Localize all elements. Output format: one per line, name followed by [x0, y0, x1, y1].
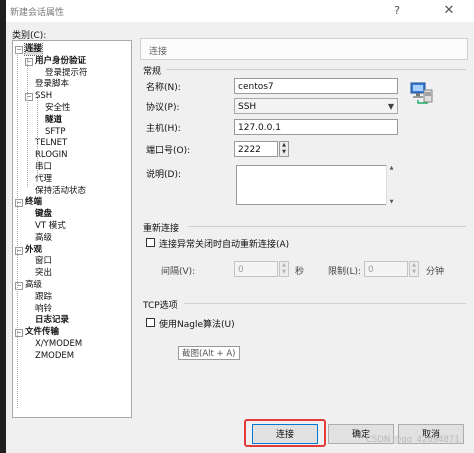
stepper-down-icon[interactable]: ▼: [410, 269, 418, 276]
protocol-selected-value: SSH: [238, 102, 257, 112]
limit-input[interactable]: 0: [364, 261, 408, 277]
tree-item[interactable]: 高级: [35, 233, 52, 244]
tree-guide-line: [37, 93, 38, 177]
tree-item[interactable]: 文件传输: [25, 327, 59, 338]
screenshot-tooltip: 截图(Alt + A): [178, 346, 240, 360]
interval-label: 间隔(V):: [161, 267, 196, 277]
name-input[interactable]: centos7: [234, 78, 398, 94]
panel-heading: 连接: [140, 38, 468, 60]
group-general-title: 常规: [143, 67, 162, 77]
limit-unit: 分钟: [426, 267, 445, 277]
group-tcp-title: TCP选项: [143, 301, 178, 311]
protocol-label: 协议(P):: [146, 103, 180, 113]
scroll-up-icon[interactable]: ▲: [387, 165, 396, 171]
close-button[interactable]: ✕: [434, 2, 464, 20]
stepper-down-icon[interactable]: ▼: [280, 269, 288, 276]
tree-item[interactable]: 响铃: [35, 304, 52, 315]
description-scrollbar[interactable]: ▲ ▼: [386, 165, 396, 205]
tree-item[interactable]: 登录脚本: [35, 79, 69, 90]
tree-item[interactable]: 连接: [23, 43, 44, 56]
tree-item[interactable]: 键盘: [35, 209, 52, 220]
tree-item[interactable]: 日志记录: [35, 315, 69, 326]
tree-item[interactable]: X/YMODEM: [35, 339, 82, 350]
panel-heading-text: 连接: [149, 47, 168, 57]
tree-item[interactable]: 用户身份验证: [35, 56, 86, 67]
tree-item[interactable]: RLOGIN: [35, 150, 67, 161]
auto-reconnect-checkbox[interactable]: [146, 238, 155, 247]
network-computer-icon: [408, 80, 434, 106]
description-label: 说明(D):: [146, 170, 181, 180]
tree-item[interactable]: 保持活动状态: [35, 186, 86, 197]
tree-item[interactable]: SFTP: [45, 127, 65, 138]
tree-item[interactable]: 登录提示符: [45, 68, 88, 79]
limit-label: 限制(L):: [328, 267, 362, 277]
tree-item[interactable]: 安全性: [45, 103, 71, 114]
port-stepper[interactable]: ▲ ▼: [279, 141, 289, 157]
description-textarea[interactable]: [236, 165, 396, 205]
protocol-select[interactable]: SSH ▼: [234, 98, 398, 114]
auto-reconnect-label: 连接异常关闭时自动重新连接(A): [159, 240, 290, 250]
nagle-checkbox[interactable]: [146, 318, 155, 327]
stepper-up-icon[interactable]: ▲: [280, 142, 288, 149]
tree-item[interactable]: 外观: [25, 245, 42, 256]
tree-item[interactable]: 隧道: [45, 115, 62, 126]
stepper-up-icon[interactable]: ▲: [410, 262, 418, 269]
chevron-down-icon: ▼: [387, 102, 394, 111]
stepper-down-icon[interactable]: ▼: [280, 149, 288, 156]
port-input[interactable]: 2222: [234, 141, 278, 157]
tree-item[interactable]: VT 模式: [35, 221, 66, 232]
tree-guide-line: [27, 59, 28, 187]
group-reconnect-title: 重新连接: [143, 224, 180, 234]
tree-item[interactable]: 高级: [25, 280, 42, 291]
interval-stepper[interactable]: ▲ ▼: [279, 261, 289, 277]
stepper-up-icon[interactable]: ▲: [280, 262, 288, 269]
nagle-label: 使用Nagle算法(U): [159, 320, 235, 330]
category-tree[interactable]: − 连接 − 用户身份验证 登录提示符 登录脚本 − SSH 安全性 隧道 SFTP TELNET RL…: [12, 40, 132, 418]
host-input[interactable]: 127.0.0.1: [234, 119, 398, 135]
group-general-divider: [166, 69, 466, 70]
host-label: 主机(H):: [146, 124, 181, 134]
port-label: 端口号(O):: [146, 146, 191, 156]
interval-unit: 秒: [295, 267, 305, 277]
group-tcp-divider: [184, 303, 466, 304]
session-properties-dialog: 新建会话属性 ? ✕ 类别(C): − 连接 − 用户身份验证 登录提示符 登录脚本 − SS…: [6, 0, 474, 453]
watermark-text: CSDN @qq_42694871: [366, 435, 460, 445]
tree-guide-line: [17, 53, 18, 408]
limit-stepper[interactable]: ▲ ▼: [409, 261, 419, 277]
tree-item[interactable]: TELNET: [35, 138, 67, 149]
name-label: 名称(N):: [146, 83, 181, 93]
scroll-down-icon[interactable]: ▼: [387, 199, 396, 205]
tree-item[interactable]: 跟踪: [35, 292, 52, 303]
tree-item[interactable]: 窗口: [35, 256, 52, 267]
connect-button[interactable]: 连接: [252, 424, 318, 444]
help-button[interactable]: ?: [386, 2, 408, 20]
group-reconnect-divider: [188, 226, 466, 227]
window-title: 新建会话属性: [10, 8, 65, 18]
interval-input[interactable]: 0: [234, 261, 278, 277]
tree-item[interactable]: ZMODEM: [35, 351, 74, 362]
tree-item[interactable]: 突出: [35, 268, 52, 279]
title-bar: 新建会话属性 ? ✕: [6, 0, 474, 22]
tree-item[interactable]: 终端: [25, 197, 42, 208]
